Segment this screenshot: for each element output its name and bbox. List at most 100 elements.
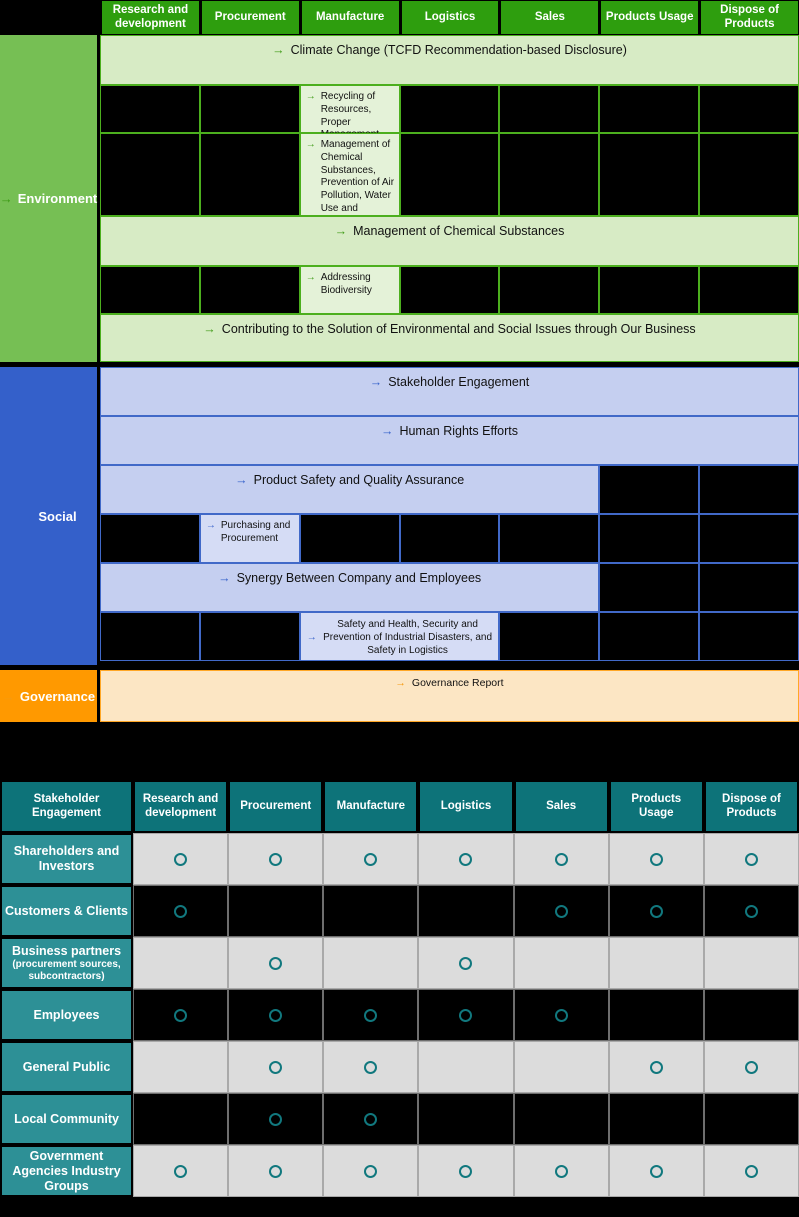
bt-cell[interactable] — [703, 1145, 799, 1197]
section-governance: → Governance → Governance Report — [0, 670, 799, 722]
soc-empty-cell — [599, 612, 700, 661]
soc-cell-safety-health[interactable]: → Safety and Health, Security and Prevent… — [299, 612, 500, 661]
engagement-circle-icon — [554, 1008, 568, 1022]
arrow-icon: → — [369, 375, 383, 389]
engagement-circle-icon — [649, 1164, 663, 1178]
bt-cell[interactable] — [133, 833, 229, 885]
arrow-icon: → — [305, 272, 316, 283]
bt-cell[interactable] — [418, 937, 514, 989]
bt-cell[interactable] — [608, 1041, 704, 1093]
arrow-icon: → — [334, 224, 348, 238]
env-cell-recycling[interactable]: →Recycling of Resources, Proper Manageme… — [299, 85, 400, 166]
soc-empty-cell — [699, 563, 799, 612]
bt-cell[interactable] — [608, 833, 704, 885]
env-empty-cell — [599, 266, 700, 314]
bt-cell[interactable] — [228, 1041, 324, 1093]
bt-cell[interactable] — [513, 989, 609, 1041]
soc-row-human-rights: → Human Rights Efforts — [100, 416, 799, 465]
env-row-recycling: →Recycling of Resources, Proper Manageme… — [100, 85, 799, 166]
engagement-circle-icon — [744, 904, 758, 918]
env-cell-climate-change[interactable]: → Climate Change (TCFD Recommendation-bas… — [100, 35, 799, 85]
soc-empty-cell — [100, 612, 200, 661]
soc-row-synergy: → Synergy Between Company and Employees — [100, 563, 799, 612]
bt-cell[interactable] — [418, 989, 514, 1041]
bt-cell[interactable] — [133, 885, 229, 937]
env-empty-cell — [199, 85, 300, 133]
bt-cell[interactable] — [228, 989, 324, 1041]
env-empty-cell — [699, 133, 799, 216]
bt-cell[interactable] — [133, 937, 229, 989]
bt-cell[interactable] — [228, 1093, 324, 1145]
soc-cell-stakeholder-engagement[interactable]: → Stakeholder Engagement — [100, 367, 799, 416]
bt-cell[interactable] — [133, 1145, 229, 1197]
bt-cell[interactable] — [608, 1145, 704, 1197]
soc-cell-purchasing[interactable]: → Purchasing and Procurement — [199, 514, 300, 563]
bt-cell[interactable] — [513, 937, 609, 989]
category-label-environment: → Environment — [0, 35, 100, 362]
bt-row-label: Customers & Clients — [0, 885, 133, 937]
bt-row-label-main: Shareholders and Investors — [13, 844, 120, 873]
bt-column-header-research-and-development: Research and development — [133, 780, 229, 833]
bt-cell[interactable] — [703, 937, 799, 989]
bt-cell[interactable] — [228, 833, 324, 885]
bt-cell[interactable] — [323, 1145, 419, 1197]
env-empty-cell — [100, 266, 200, 314]
bt-cell[interactable] — [323, 989, 419, 1041]
bt-cell[interactable] — [703, 833, 799, 885]
bt-cell[interactable] — [703, 885, 799, 937]
bt-cell[interactable] — [418, 1145, 514, 1197]
bt-cell[interactable] — [133, 1041, 229, 1093]
env-cell-biodiversity[interactable]: → Addressing Biodiversity — [299, 266, 400, 314]
env-cell-chemical-management[interactable]: → Management of Chemical Substances, Prev… — [299, 133, 400, 240]
bt-cell[interactable] — [513, 1093, 609, 1145]
bt-cell[interactable] — [418, 833, 514, 885]
bt-cell[interactable] — [608, 1093, 704, 1145]
engagement-circle-icon — [554, 852, 568, 866]
env-empty-cell — [399, 133, 500, 216]
bt-cell[interactable] — [418, 1093, 514, 1145]
engagement-circle-icon — [459, 956, 473, 970]
bt-row-label: Business partners (procurement sources, s… — [0, 937, 133, 989]
bt-column-header-dispose-of-products: Dispose of Products — [703, 780, 799, 833]
bt-cell[interactable] — [323, 833, 419, 885]
bt-cell[interactable] — [323, 885, 419, 937]
bt-cell[interactable] — [323, 1093, 419, 1145]
bt-cell[interactable] — [228, 1145, 324, 1197]
engagement-circle-icon — [269, 1060, 283, 1074]
env-cell-management-chemical[interactable]: → Management of Chemical Substances — [100, 216, 799, 266]
engagement-circle-icon — [269, 1164, 283, 1178]
bt-cell[interactable] — [228, 937, 324, 989]
bt-cell[interactable] — [228, 885, 324, 937]
bt-cell[interactable] — [133, 989, 229, 1041]
bt-cell[interactable] — [418, 1041, 514, 1093]
bt-cell[interactable] — [323, 937, 419, 989]
bt-cell[interactable] — [513, 1145, 609, 1197]
engagement-circle-icon — [269, 956, 283, 970]
env-cell-contributing-solution[interactable]: → Contributing to the Solution of Environ… — [100, 314, 799, 362]
engagement-circle-icon — [459, 1164, 473, 1178]
gov-cell-governance-report[interactable]: → Governance Report — [100, 670, 799, 722]
engagement-circle-icon — [364, 1060, 378, 1074]
bt-cell[interactable] — [513, 1041, 609, 1093]
bt-cell[interactable] — [323, 1041, 419, 1093]
soc-cell-product-safety[interactable]: → Product Safety and Quality Assurance — [100, 465, 600, 514]
arrow-icon: → — [20, 508, 34, 524]
env-row-biodiversity: → Addressing Biodiversity — [100, 266, 799, 314]
bt-row-label: Local Community — [0, 1093, 133, 1145]
bt-cell[interactable] — [608, 885, 704, 937]
bt-cell[interactable] — [703, 989, 799, 1041]
bt-cell[interactable] — [608, 989, 704, 1041]
soc-cell-human-rights[interactable]: → Human Rights Efforts — [100, 416, 799, 465]
bt-cell[interactable] — [608, 937, 704, 989]
bt-corner-header: Stakeholder Engagement — [0, 780, 133, 833]
bt-cell[interactable] — [418, 885, 514, 937]
soc-cell-synergy[interactable]: → Synergy Between Company and Employees — [100, 563, 600, 612]
bt-cell[interactable] — [513, 885, 609, 937]
bt-cell[interactable] — [513, 833, 609, 885]
bt-cell[interactable] — [133, 1093, 229, 1145]
top-matrix-header: Research and development Procurement Man… — [0, 0, 799, 35]
env-row-climate-change: → Climate Change (TCFD Recommendation-bas… — [100, 35, 799, 85]
bt-cell[interactable] — [703, 1093, 799, 1145]
soc-row-purchasing: → Purchasing and Procurement — [100, 514, 799, 563]
bt-cell[interactable] — [703, 1041, 799, 1093]
